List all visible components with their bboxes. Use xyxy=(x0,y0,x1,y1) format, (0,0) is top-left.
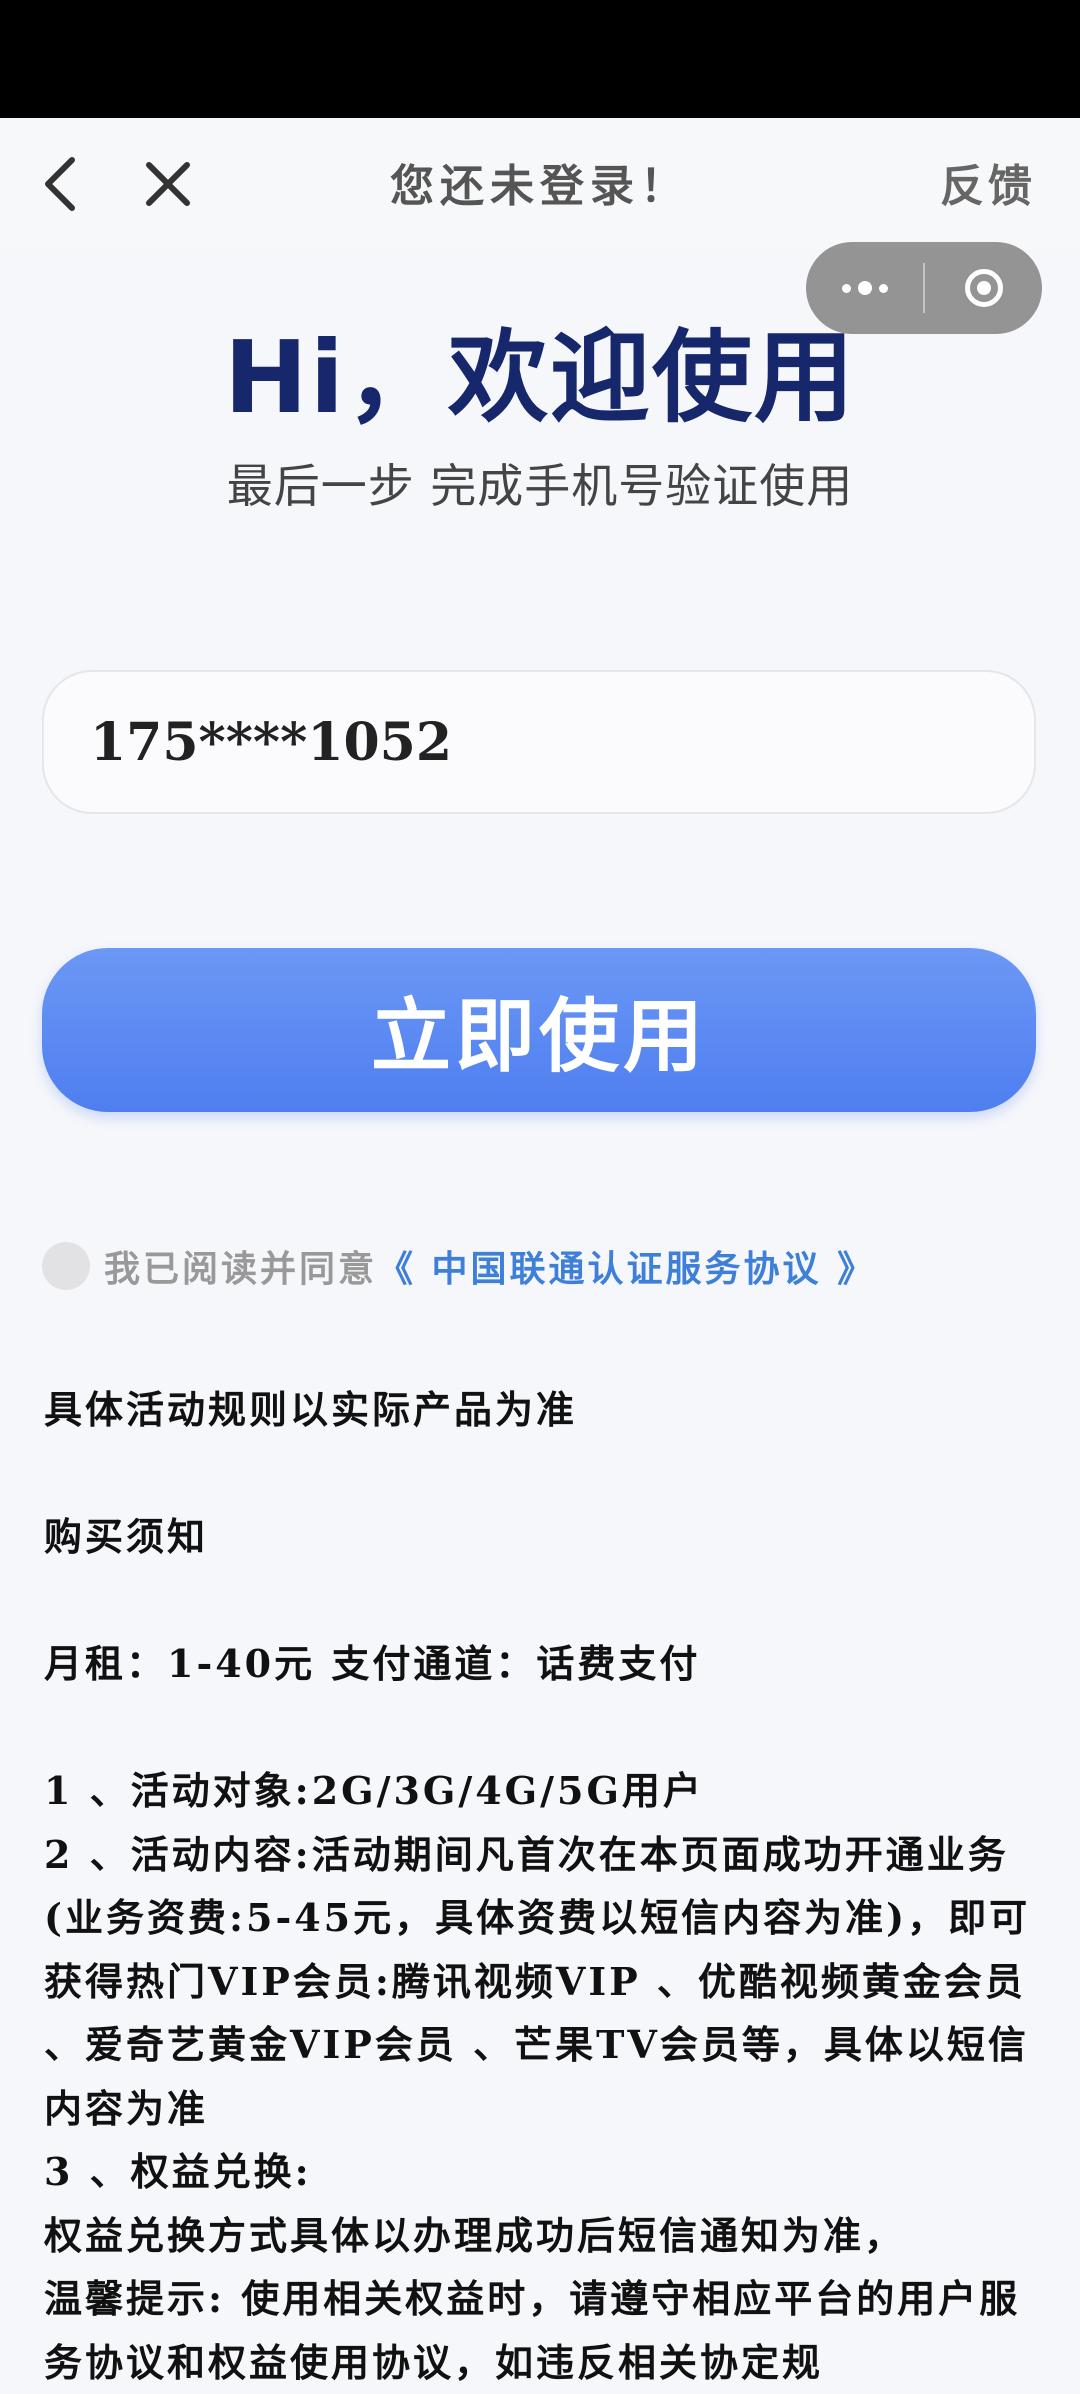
purchase-notice-heading: 购买须知 xyxy=(44,1514,209,1559)
more-dots-icon xyxy=(841,281,888,295)
rule-item-tip: 温馨提示: 使用相关权益时，请遵守相应平台的用户服务协议和权益使用协议，如违反相… xyxy=(44,2276,1021,2385)
welcome-subtitle: 最后一步 完成手机号验证使用 xyxy=(226,459,854,513)
rule-item-content: 2 、活动内容:活动期间凡首次在本页面成功开通业务(业务资费:5-45元，具体资… xyxy=(44,1831,1031,2131)
rule-item-redeem-body: 权益兑换方式具体以办理成功后短信通知为准， xyxy=(44,2212,906,2258)
agreement-row: 我已阅读并同意 《 中国联通认证服务协议 》 xyxy=(42,1240,876,1292)
welcome-title: Hi，欢迎使用 xyxy=(224,319,856,436)
navigation-bar: 您还未登录！ 反馈 xyxy=(0,118,1080,248)
rules-note: 具体活动规则以实际产品为准 xyxy=(44,1387,578,1432)
phone-number-input[interactable] xyxy=(42,670,1036,814)
use-now-button[interactable]: 立即使用 xyxy=(42,948,1036,1112)
rule-item-audience: 1 、活动对象:2G/3G/4G/5G用户 xyxy=(44,1768,704,1813)
agree-checkbox[interactable] xyxy=(42,1242,90,1290)
agree-text: 我已阅读并同意 xyxy=(104,1248,378,1290)
rule-item-redeem-title: 3 、权益兑换: xyxy=(44,2149,312,2194)
feedback-button[interactable]: 反馈 xyxy=(940,150,1036,214)
page-title: 您还未登录！ xyxy=(390,161,690,212)
status-bar xyxy=(0,0,1080,118)
monthly-fee-line: 月租：1-40元 支付通道：话费支付 xyxy=(44,1641,701,1686)
activity-rules: 具体活动规则以实际产品为准 购买须知 月租：1-40元 支付通道：话费支付 1 … xyxy=(44,1378,1034,2394)
agreement-link[interactable]: 《 中国联通认证服务协议 》 xyxy=(377,1240,876,1292)
